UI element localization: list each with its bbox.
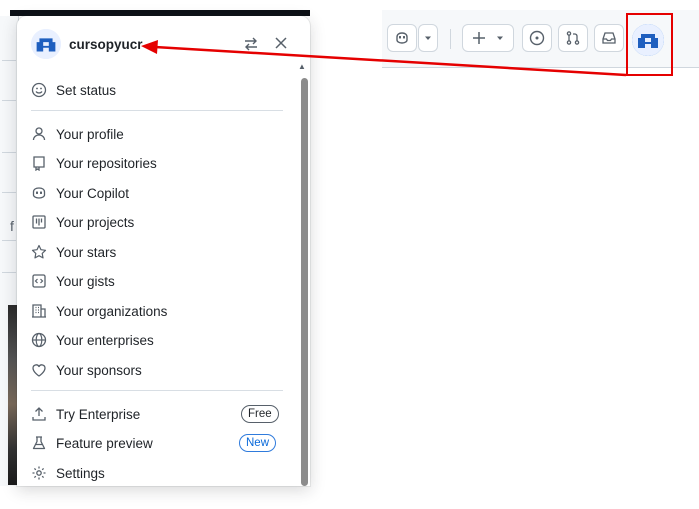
menu-item-set-status[interactable]: Set status: [31, 78, 116, 102]
scroll-up-icon[interactable]: ▲: [298, 62, 306, 71]
menu-item-label: Set status: [56, 82, 117, 98]
free-badge: Free: [241, 405, 279, 423]
beaker-icon: [31, 435, 47, 451]
menu-item-your-gists[interactable]: Your gists: [31, 269, 115, 293]
menu-item-label: Your enterprises: [56, 332, 154, 348]
menu-item-your-copilot[interactable]: Your Copilot: [31, 181, 129, 205]
menu-item-label: Your organizations: [56, 303, 168, 319]
smiley-icon: [31, 82, 47, 98]
git-pull-request-icon: [565, 30, 581, 46]
x-icon[interactable]: [274, 34, 288, 55]
pull-requests-button[interactable]: [558, 24, 588, 52]
menu-item-label: Your projects: [56, 214, 135, 230]
menu-item-your-stars[interactable]: Your stars: [31, 240, 116, 264]
user-avatar: [31, 29, 61, 59]
repo-icon: [31, 155, 47, 171]
triangle-down-icon: [424, 34, 432, 42]
star-icon: [31, 244, 47, 260]
menu-item-your-sponsors[interactable]: Your sponsors: [31, 358, 142, 382]
issue-opened-icon: [529, 30, 545, 46]
menu-item-your-repositories[interactable]: Your repositories: [31, 151, 157, 175]
menu-item-label: Your gists: [56, 273, 115, 289]
menu-item-label: Settings: [56, 465, 105, 481]
copilot-icon: [394, 30, 410, 46]
copilot-button[interactable]: [387, 24, 417, 52]
new-badge: New: [239, 434, 277, 452]
menu-item-label: Try Enterprise: [56, 406, 141, 422]
menu-item-your-profile[interactable]: Your profile: [31, 122, 124, 146]
upload-icon: [31, 406, 47, 422]
menu-item-label: Your profile: [56, 126, 124, 142]
inbox-icon: [601, 30, 617, 46]
menu-item-label: Feature preview: [56, 435, 153, 451]
menu-item-your-organizations[interactable]: Your organizations: [31, 299, 167, 323]
menu-divider: [31, 390, 283, 391]
heart-icon: [31, 362, 47, 378]
menu-item-try-enterprise[interactable]: Try Enterprise: [31, 402, 140, 426]
highlight-box: [626, 13, 673, 76]
user-menu-panel: cursopyucr Set status Your profile Your …: [17, 16, 310, 486]
menu-item-label: Your stars: [56, 244, 117, 260]
copilot-menu-button[interactable]: [418, 24, 438, 52]
menu-scrollbar[interactable]: [301, 78, 308, 486]
menu-item-label: Your repositories: [56, 155, 157, 171]
triangle-down-icon: [496, 34, 504, 42]
toolbar-separator: [450, 29, 451, 49]
menu-item-feature-preview[interactable]: Feature preview: [31, 431, 153, 455]
globe-icon: [31, 332, 47, 348]
username: cursopyucr: [69, 37, 143, 52]
copilot-icon: [31, 185, 47, 201]
menu-item-settings[interactable]: Settings: [31, 461, 105, 485]
person-icon: [31, 126, 47, 142]
menu-divider: [31, 110, 283, 111]
code-square-icon: [31, 273, 47, 289]
arrow-switch-icon[interactable]: [243, 36, 259, 57]
menu-item-label: Your Copilot: [56, 185, 130, 201]
table-icon: [31, 214, 47, 230]
organization-icon: [31, 303, 47, 319]
background-text: f: [10, 218, 14, 234]
user-menu-header: cursopyucr: [17, 16, 310, 76]
create-new-button[interactable]: [462, 24, 514, 52]
menu-item-your-projects[interactable]: Your projects: [31, 210, 134, 234]
issues-button[interactable]: [522, 24, 552, 52]
menu-item-your-enterprises[interactable]: Your enterprises: [31, 328, 154, 352]
gear-icon: [31, 465, 47, 481]
plus-icon: [472, 31, 486, 45]
inbox-button[interactable]: [594, 24, 624, 52]
menu-item-label: Your sponsors: [56, 362, 142, 378]
